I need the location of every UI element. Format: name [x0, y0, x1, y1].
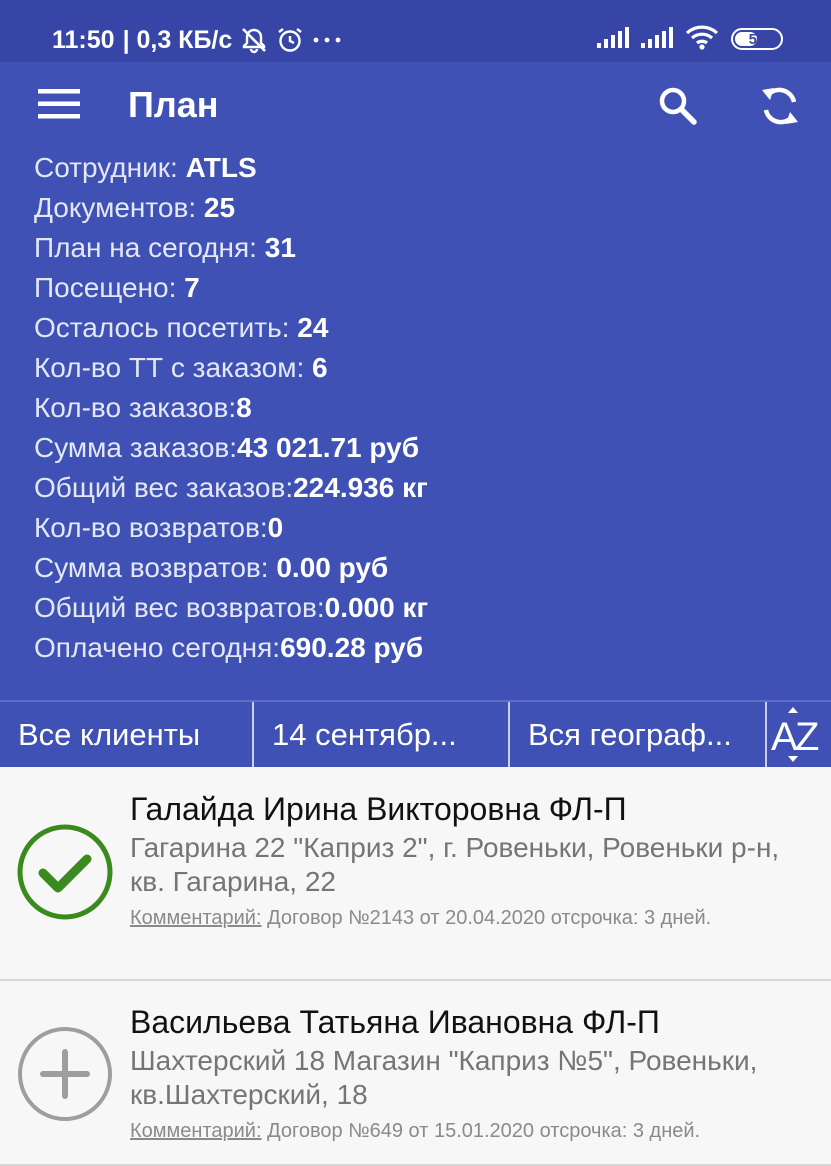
comment-label: Комментарий:: [130, 907, 262, 929]
sync-icon[interactable]: [758, 82, 802, 135]
stat-value: 24: [297, 312, 329, 343]
stat-value: 0.00 руб: [276, 552, 389, 583]
client-comment: Комментарий: Договор №2143 от 20.04.2020…: [130, 905, 807, 932]
date-filter[interactable]: 14 сентябр...: [254, 702, 510, 767]
stat-orders-weight: Общий вес заказов:224.936 кг: [34, 468, 428, 508]
comment-text: Договор №2143 от 20.04.2020 отсрочка: 3 …: [261, 907, 712, 929]
stat-value: 8: [236, 392, 252, 423]
stat-paid-today: Оплачено сегодня:690.28 руб: [34, 628, 428, 668]
stat-label: Сотрудник:: [34, 152, 186, 183]
stat-documents: Документов: 25: [34, 188, 428, 228]
stat-label: Сумма заказов:: [34, 432, 238, 463]
client-comment: Комментарий: Договор №649 от 15.01.2020 …: [130, 1118, 807, 1145]
stat-value: 25: [203, 192, 236, 223]
status-time: 11:50: [52, 25, 115, 54]
stat-orders-count: Кол-во заказов:8: [34, 388, 428, 428]
stat-label: Кол-во ТТ с заказом:: [34, 352, 313, 383]
stat-label: Кол-во заказов:: [34, 392, 237, 423]
stat-value: 0: [267, 512, 284, 543]
stat-value: 0.000 кг: [324, 592, 429, 623]
app-header: План Сотрудник: ATLS Документов: 25 План…: [0, 62, 831, 700]
stat-value: 31: [264, 232, 296, 263]
filter-bar: Все клиенты 14 сентябр... Вся географ...…: [0, 700, 831, 767]
status-left: 11:50 | 0,3 КБ/с: [52, 24, 342, 56]
stat-label: Кол-во возвратов:: [34, 512, 268, 543]
menu-icon[interactable]: [38, 88, 80, 125]
status-network-speed: | 0,3 КБ/с: [122, 25, 233, 54]
wifi-icon: [685, 24, 719, 55]
comment-label: Комментарий:: [130, 1120, 262, 1142]
clients-filter[interactable]: Все клиенты: [0, 702, 254, 767]
stat-label: Общий вес заказов:: [34, 472, 294, 503]
stat-label: Документов:: [34, 192, 204, 223]
stat-value: 690.28 руб: [280, 632, 424, 663]
stat-value: 43 021.71 руб: [237, 432, 419, 463]
list-item[interactable]: Галайда Ирина Викторовна ФЛ-П Гагарина 2…: [0, 767, 831, 981]
client-details: Галайда Ирина Викторовна ФЛ-П Гагарина 2…: [130, 789, 807, 932]
stat-visited: Посещено: 7: [34, 268, 428, 308]
signal-icon: [641, 26, 673, 53]
client-list: Галайда Ирина Викторовна ФЛ-П Гагарина 2…: [0, 767, 831, 1166]
client-name: Галайда Ирина Викторовна ФЛ-П: [130, 791, 627, 827]
stat-label: Сумма возвратов:: [34, 552, 277, 583]
client-details: Васильева Татьяна Ивановна ФЛ-П Шахтерск…: [130, 1002, 807, 1145]
notifications-off-icon: [240, 26, 268, 54]
stat-plan-today: План на сегодня: 31: [34, 228, 428, 268]
stat-label: Общий вес возвратов:: [34, 592, 325, 623]
client-name: Васильева Татьяна Ивановна ФЛ-П: [130, 1004, 660, 1040]
stat-outlets-with-orders: Кол-во ТТ с заказом: 6: [34, 348, 428, 388]
client-address: Шахтерский 18 Магазин "Каприз №5", Ровен…: [130, 1045, 758, 1110]
add-circle-icon[interactable]: [16, 1025, 114, 1128]
stat-value: ATLS: [185, 152, 257, 183]
stat-label: План на сегодня:: [34, 232, 265, 263]
stat-returns-sum: Сумма возвратов: 0.00 руб: [34, 548, 428, 588]
sort-az-icon: A Z: [771, 707, 819, 762]
status-bar: 11:50 | 0,3 КБ/с 55: [0, 0, 831, 62]
list-item[interactable]: Васильева Татьяна Ивановна ФЛ-П Шахтерск…: [0, 981, 831, 1166]
stat-label: Осталось посетить:: [34, 312, 298, 343]
client-address: Гагарина 22 "Каприз 2", г. Ровеньки, Ров…: [130, 832, 780, 897]
stat-label: Посещено:: [34, 272, 185, 303]
stat-value: 224.936 кг: [293, 472, 428, 503]
search-icon[interactable]: [656, 84, 700, 133]
geography-filter[interactable]: Вся географ...: [510, 702, 767, 767]
stat-employee: Сотрудник: ATLS: [34, 148, 428, 188]
more-notifications-icon: [312, 35, 342, 45]
stat-remaining: Осталось посетить: 24: [34, 308, 428, 348]
stat-orders-sum: Сумма заказов:43 021.71 руб: [34, 428, 428, 468]
comment-text: Договор №649 от 15.01.2020 отсрочка: 3 д…: [261, 1120, 701, 1142]
status-right: 55: [597, 22, 783, 56]
stat-returns-count: Кол-во возвратов:0: [34, 508, 428, 548]
stat-value: 7: [184, 272, 200, 303]
sort-az-button[interactable]: A Z: [767, 702, 831, 767]
stat-returns-weight: Общий вес возвратов:0.000 кг: [34, 588, 428, 628]
stat-label: Оплачено сегодня:: [34, 632, 281, 663]
page-title: План: [128, 84, 219, 125]
battery-icon: 55: [731, 28, 783, 50]
svg-text:Z: Z: [795, 715, 819, 759]
summary-stats: Сотрудник: ATLS Документов: 25 План на с…: [34, 148, 428, 668]
signal-icon: [597, 26, 629, 53]
stat-value: 6: [312, 352, 328, 383]
alarm-icon: [276, 26, 304, 54]
check-circle-icon[interactable]: [16, 823, 114, 926]
svg-text:A: A: [771, 715, 798, 759]
battery-level: 55: [748, 30, 766, 48]
